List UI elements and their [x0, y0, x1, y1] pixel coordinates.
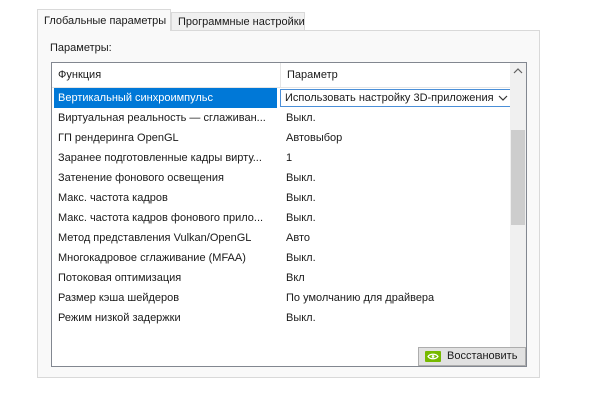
- scroll-up-icon[interactable]: [510, 63, 526, 79]
- row-function-label: Заранее подготовленные кадры вирту...: [58, 152, 262, 164]
- tab-program-settings[interactable]: Программные настройки: [171, 12, 305, 30]
- grid-header: Функция Параметр: [52, 63, 512, 88]
- row-function-label: Вертикальный синхроимпульс: [54, 88, 277, 108]
- settings-row[interactable]: ГП рендеринга OpenGL Автовыбор: [52, 128, 512, 148]
- settings-row[interactable]: Многокадровое сглаживание (MFAA) Выкл.: [52, 248, 512, 268]
- row-function-label: Размер кэша шейдеров: [58, 292, 180, 304]
- row-parameter-value: Выкл.: [286, 172, 316, 184]
- row-parameter-value: По умолчанию для драйвера: [286, 292, 435, 304]
- dropdown-value: Использовать настройку 3D-приложения: [285, 92, 494, 104]
- row-function-label: ГП рендеринга OpenGL: [58, 132, 179, 144]
- row-parameter-value: Выкл.: [286, 112, 316, 124]
- settings-row[interactable]: Потоковая оптимизация Вкл: [52, 268, 512, 288]
- nvidia-logo-icon: [425, 351, 441, 362]
- row-function-label: Макс. частота кадров: [58, 192, 168, 204]
- settings-row[interactable]: Режим низкой задержки Выкл.: [52, 308, 512, 328]
- settings-grid: Функция Параметр Вертикальный синхроимпу…: [51, 62, 527, 367]
- settings-row[interactable]: Заранее подготовленные кадры вирту... 1: [52, 148, 512, 168]
- vsync-dropdown[interactable]: Использовать настройку 3D-приложения: [280, 89, 512, 107]
- row-parameter-value: Выкл.: [286, 252, 316, 264]
- row-function-label: Многокадровое сглаживание (MFAA): [58, 252, 246, 264]
- row-function-label: Затенение фонового освещения: [58, 172, 224, 184]
- settings-row[interactable]: Виртуальная реальность — сглаживан... Вы…: [52, 108, 512, 128]
- column-header-function[interactable]: Функция: [52, 63, 281, 87]
- settings-row[interactable]: Макс. частота кадров фонового прило... В…: [52, 208, 512, 228]
- row-parameter-value: Вкл: [286, 272, 305, 284]
- settings-rows: Вертикальный синхроимпульс Использовать …: [52, 88, 512, 328]
- row-parameter-value: Выкл.: [286, 212, 316, 224]
- row-parameter-value: Выкл.: [286, 192, 316, 204]
- row-parameter-value: 1: [286, 152, 293, 164]
- vertical-scrollbar[interactable]: [510, 63, 526, 366]
- row-parameter-value: Автовыбор: [286, 132, 343, 144]
- row-parameter-value: Авто: [286, 232, 310, 244]
- settings-row[interactable]: Макс. частота кадров Выкл.: [52, 188, 512, 208]
- tab-global-settings[interactable]: Глобальные параметры: [37, 9, 171, 31]
- scrollbar-thumb[interactable]: [511, 130, 525, 225]
- restore-button-label: Восстановить: [447, 350, 518, 362]
- settings-row[interactable]: Метод представления Vulkan/OpenGL Авто: [52, 228, 512, 248]
- row-function-label: Макс. частота кадров фонового прило...: [58, 212, 264, 224]
- column-header-parameter[interactable]: Параметр: [281, 63, 512, 87]
- row-parameter-value: Выкл.: [286, 312, 316, 324]
- row-function-label: Режим низкой задержки: [58, 312, 181, 324]
- settings-label: Параметры:: [50, 42, 112, 54]
- restore-button[interactable]: Восстановить: [418, 347, 526, 366]
- row-function-label: Виртуальная реальность — сглаживан...: [58, 112, 266, 124]
- settings-row[interactable]: Размер кэша шейдеров По умолчанию для др…: [52, 288, 512, 308]
- row-function-label: Потоковая оптимизация: [58, 272, 182, 284]
- settings-row-vsync[interactable]: Вертикальный синхроимпульс Использовать …: [52, 88, 512, 108]
- settings-row[interactable]: Затенение фонового освещения Выкл.: [52, 168, 512, 188]
- chevron-down-icon: [498, 95, 508, 101]
- settings-panel: Параметры: Функция Параметр Вертикальный…: [37, 30, 540, 378]
- row-function-label: Метод представления Vulkan/OpenGL: [58, 232, 252, 244]
